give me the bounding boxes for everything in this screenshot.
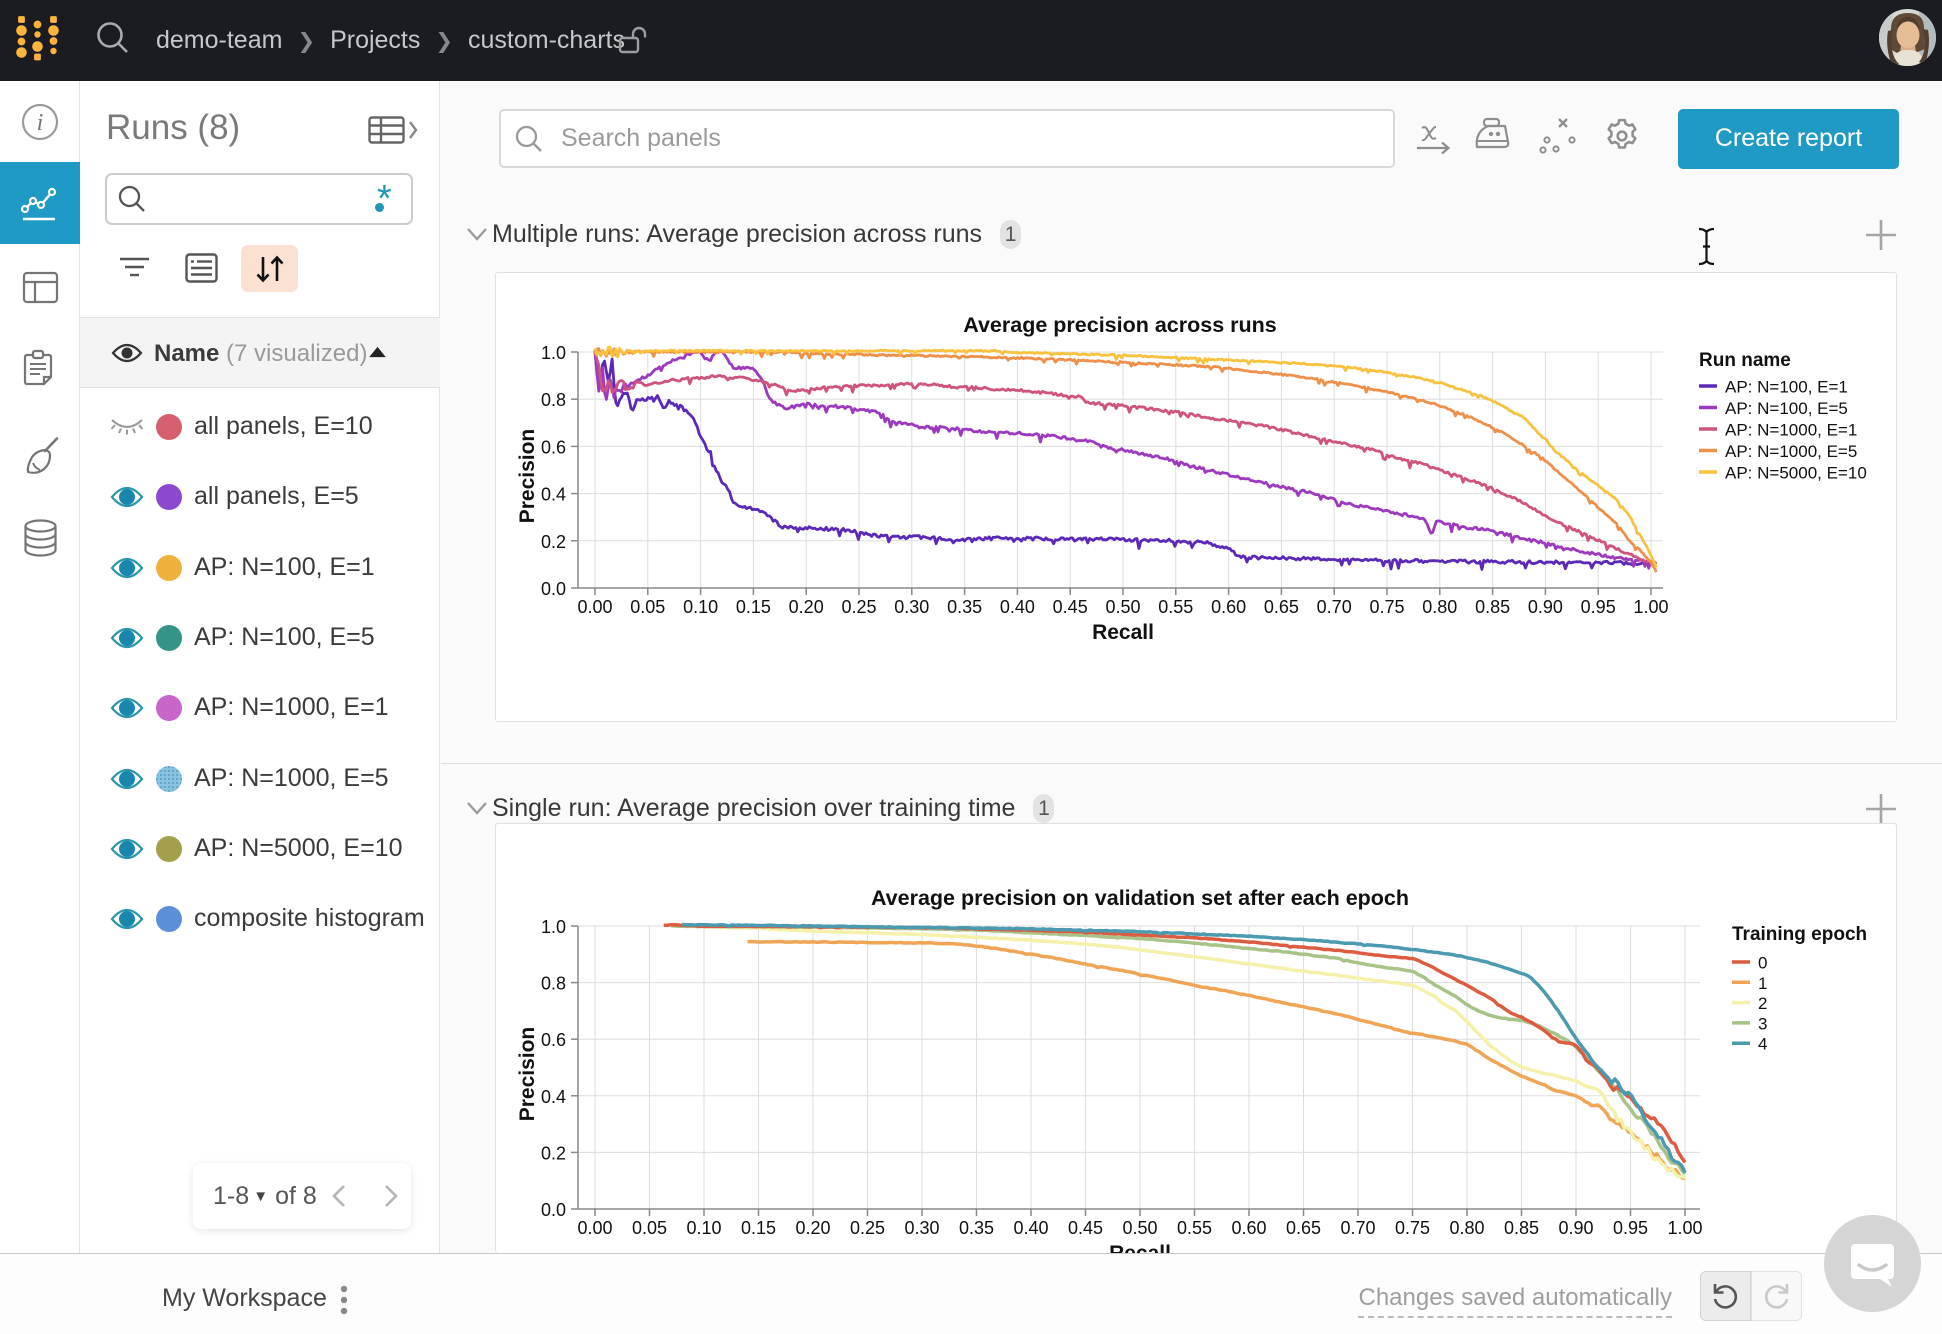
svg-text:0.0: 0.0 [541, 579, 566, 599]
svg-text:0.6: 0.6 [541, 1030, 566, 1050]
svg-text:0.05: 0.05 [632, 1218, 667, 1238]
svg-text:0.80: 0.80 [1422, 597, 1457, 617]
svg-text:1.00: 1.00 [1667, 1218, 1702, 1238]
svg-text:0.00: 0.00 [577, 597, 612, 617]
svg-text:0.8: 0.8 [541, 974, 566, 994]
svg-text:0.00: 0.00 [577, 1218, 612, 1238]
svg-text:0.05: 0.05 [630, 597, 665, 617]
svg-text:0.20: 0.20 [795, 1218, 830, 1238]
svg-text:0.75: 0.75 [1369, 597, 1404, 617]
svg-text:Training epoch: Training epoch [1732, 924, 1867, 945]
svg-text:0.0: 0.0 [541, 1200, 566, 1220]
svg-text:AP: N=1000, E=1: AP: N=1000, E=1 [1725, 421, 1857, 440]
svg-text:0: 0 [1758, 954, 1767, 973]
svg-text:0.65: 0.65 [1286, 1218, 1321, 1238]
svg-text:0.90: 0.90 [1558, 1218, 1593, 1238]
svg-text:1.00: 1.00 [1633, 597, 1668, 617]
svg-text:0.4: 0.4 [541, 485, 566, 505]
svg-text:Run name: Run name [1699, 350, 1791, 371]
svg-text:0.2: 0.2 [541, 532, 566, 552]
svg-text:0.75: 0.75 [1395, 1218, 1430, 1238]
svg-text:AP: N=100, E=1: AP: N=100, E=1 [1725, 378, 1848, 397]
svg-text:0.25: 0.25 [850, 1218, 885, 1238]
svg-text:4: 4 [1758, 1035, 1767, 1054]
svg-text:0.50: 0.50 [1105, 597, 1140, 617]
svg-text:3: 3 [1758, 1014, 1767, 1033]
svg-text:0.95: 0.95 [1581, 597, 1616, 617]
svg-text:0.65: 0.65 [1264, 597, 1299, 617]
svg-text:0.95: 0.95 [1613, 1218, 1648, 1238]
svg-text:0.45: 0.45 [1068, 1218, 1103, 1238]
svg-text:0.45: 0.45 [1053, 597, 1088, 617]
svg-text:0.15: 0.15 [741, 1218, 776, 1238]
svg-text:1.0: 1.0 [541, 343, 566, 363]
svg-text:i: i [37, 110, 44, 136]
svg-text:0.25: 0.25 [841, 597, 876, 617]
svg-text:0.60: 0.60 [1231, 1218, 1266, 1238]
svg-text:AP: N=5000, E=10: AP: N=5000, E=10 [1725, 464, 1867, 483]
svg-text:1: 1 [1758, 974, 1767, 993]
svg-text:0.6: 0.6 [541, 437, 566, 457]
svg-text:0.40: 0.40 [1013, 1218, 1048, 1238]
svg-text:1.0: 1.0 [541, 917, 566, 937]
svg-text:Precision: Precision [516, 429, 539, 524]
svg-text:0.70: 0.70 [1340, 1218, 1375, 1238]
svg-text:0.70: 0.70 [1317, 597, 1352, 617]
svg-text:0.2: 0.2 [541, 1143, 566, 1163]
svg-text:0.60: 0.60 [1211, 597, 1246, 617]
svg-text:0.15: 0.15 [736, 597, 771, 617]
svg-text:0.35: 0.35 [959, 1218, 994, 1238]
svg-text:Average precision across runs: Average precision across runs [963, 313, 1277, 337]
svg-text:AP: N=1000, E=5: AP: N=1000, E=5 [1725, 442, 1857, 461]
svg-text:0.4: 0.4 [541, 1087, 566, 1107]
svg-text:0.55: 0.55 [1158, 597, 1193, 617]
svg-text:2: 2 [1758, 994, 1767, 1013]
svg-text:0.10: 0.10 [683, 597, 718, 617]
svg-text:0.30: 0.30 [904, 1218, 939, 1238]
svg-text:0.50: 0.50 [1122, 1218, 1157, 1238]
svg-text:0.90: 0.90 [1528, 597, 1563, 617]
svg-text:0.85: 0.85 [1504, 1218, 1539, 1238]
svg-text:0.30: 0.30 [894, 597, 929, 617]
svg-text:Recall: Recall [1092, 621, 1154, 644]
svg-text:0.35: 0.35 [947, 597, 982, 617]
svg-text:0.85: 0.85 [1475, 597, 1510, 617]
svg-text:0.55: 0.55 [1177, 1218, 1212, 1238]
svg-text:AP: N=100, E=5: AP: N=100, E=5 [1725, 399, 1848, 418]
svg-text:Precision: Precision [516, 1027, 539, 1122]
svg-text:0.80: 0.80 [1449, 1218, 1484, 1238]
svg-text:0.40: 0.40 [1000, 597, 1035, 617]
svg-text:0.20: 0.20 [789, 597, 824, 617]
svg-text:0.8: 0.8 [541, 390, 566, 410]
svg-text:0.10: 0.10 [686, 1218, 721, 1238]
svg-text:Average precision on validatio: Average precision on validation set afte… [871, 886, 1409, 910]
